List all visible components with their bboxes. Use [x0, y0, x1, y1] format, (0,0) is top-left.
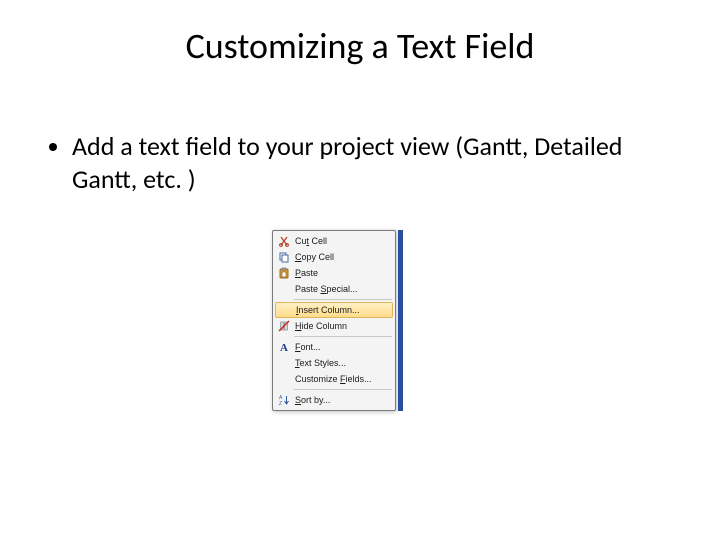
menu-item-label: Font... [295, 342, 321, 352]
menu-item-label: Customize Fields... [295, 374, 372, 384]
menu-divider [294, 336, 392, 337]
menu-item-label: Insert Column... [296, 305, 360, 315]
context-menu: Cut Cell Copy Cell Paste Paste Special... In… [272, 230, 396, 411]
menu-item-label: Paste Special... [295, 284, 358, 294]
menu-item-font[interactable]: A Font... [274, 339, 394, 355]
menu-item-customize[interactable]: Customize Fields... [274, 371, 394, 387]
menu-item-copy[interactable]: Copy Cell [274, 249, 394, 265]
menu-item-label: Paste [295, 268, 318, 278]
slide-title: Customizing a Text Field [0, 24, 720, 68]
menu-item-sort[interactable]: AZSort by... [274, 392, 394, 408]
menu-item-label: Text Styles... [295, 358, 346, 368]
bullet-item: Add a text field to your project view (G… [72, 130, 660, 195]
menu-item-insert-column[interactable]: Insert Column... [275, 302, 393, 318]
menu-item-hide-column[interactable]: Hide Column [274, 318, 394, 334]
scissors-icon [276, 234, 292, 248]
svg-text:A: A [280, 342, 288, 353]
slide: Customizing a Text Field Add a text fiel… [0, 0, 720, 540]
blank-icon [277, 303, 293, 317]
menu-item-label: Cut Cell [295, 236, 327, 246]
svg-text:Z: Z [279, 401, 282, 406]
menu-item-paste[interactable]: Paste [274, 265, 394, 281]
menu-item-label: Sort by... [295, 395, 330, 405]
menu-item-label: Copy Cell [295, 252, 334, 262]
menu-divider [294, 299, 392, 300]
menu-item-label: Hide Column [295, 321, 347, 331]
menu-item-cut[interactable]: Cut Cell [274, 233, 394, 249]
bullet-block: Add a text field to your project view (G… [44, 130, 660, 195]
blank-icon [276, 356, 292, 370]
copy-icon [276, 250, 292, 264]
menu-item-paste-special[interactable]: Paste Special... [274, 281, 394, 297]
window-edge [398, 230, 403, 411]
hide-icon [276, 319, 292, 333]
menu-divider [294, 389, 392, 390]
menu-item-text-styles[interactable]: Text Styles... [274, 355, 394, 371]
blank-icon [276, 372, 292, 386]
paste-icon [276, 266, 292, 280]
blank-icon [276, 282, 292, 296]
sort-icon: AZ [276, 393, 292, 407]
font-icon: A [276, 340, 292, 354]
context-menu-screenshot: Cut Cell Copy Cell Paste Paste Special... In… [272, 230, 396, 411]
